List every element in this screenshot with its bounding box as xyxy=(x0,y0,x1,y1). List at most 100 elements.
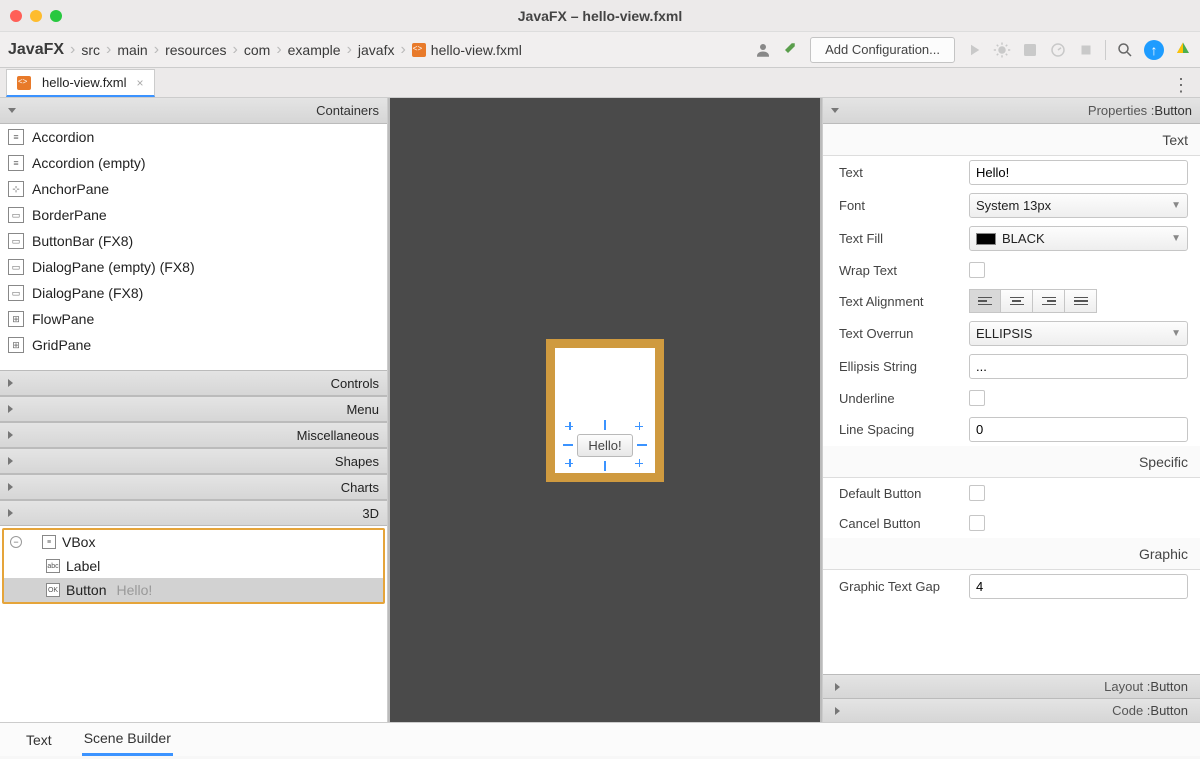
library-item[interactable]: ▭ButtonBar (FX8) xyxy=(0,228,387,254)
library-section-3d[interactable]: 3D xyxy=(0,500,387,526)
debug-icon[interactable] xyxy=(993,41,1011,59)
section-code-collapsed[interactable]: Code : Button xyxy=(823,698,1200,722)
close-tab-icon[interactable]: × xyxy=(137,76,144,90)
breadcrumb-item[interactable]: resources xyxy=(165,42,226,58)
coverage-icon[interactable] xyxy=(1021,41,1039,59)
chevron-right-icon: › xyxy=(70,42,75,58)
container-icon: ⊞ xyxy=(8,337,24,353)
cancel-button-checkbox[interactable] xyxy=(969,515,985,531)
expand-icon xyxy=(831,108,839,113)
align-justify-button[interactable] xyxy=(1065,289,1097,313)
text-input[interactable] xyxy=(969,160,1188,185)
design-canvas[interactable]: Hello! xyxy=(388,98,822,722)
label-icon: abc xyxy=(46,559,60,573)
library-item[interactable]: ⊞GridPane xyxy=(0,332,387,358)
graphic-text-gap-input[interactable] xyxy=(969,574,1188,599)
stop-icon[interactable] xyxy=(1077,41,1095,59)
resize-handle-icon[interactable] xyxy=(637,440,647,450)
hierarchy-node-button[interactable]: OK Button Hello! xyxy=(4,578,383,602)
container-icon: ▭ xyxy=(8,233,24,249)
library-item[interactable]: ▭DialogPane (empty) (FX8) xyxy=(0,254,387,280)
hierarchy-node-label[interactable]: abc Label xyxy=(4,554,383,578)
prop-font: Font System 13px▼ xyxy=(823,189,1200,222)
run-config-dropdown[interactable]: Add Configuration... xyxy=(810,37,955,63)
expand-icon xyxy=(8,108,16,113)
section-text: Text xyxy=(823,124,1200,156)
editor-tab-active[interactable]: hello-view.fxml × xyxy=(6,69,155,97)
tab-scene-builder[interactable]: Scene Builder xyxy=(82,723,173,756)
section-layout-collapsed[interactable]: Layout : Button xyxy=(823,674,1200,698)
breadcrumb-item[interactable]: main xyxy=(117,42,147,58)
underline-checkbox[interactable] xyxy=(969,390,985,406)
sync-icon[interactable]: ↑ xyxy=(1144,40,1164,60)
breadcrumb-item[interactable]: src xyxy=(81,42,100,58)
font-dropdown[interactable]: System 13px▼ xyxy=(969,193,1188,218)
resize-handle-icon[interactable] xyxy=(563,440,573,450)
breadcrumb-file[interactable]: hello-view.fxml xyxy=(412,42,522,58)
selected-button-node[interactable]: Hello! xyxy=(577,434,632,457)
prop-text: Text xyxy=(823,156,1200,189)
align-left-button[interactable] xyxy=(969,289,1001,313)
container-icon: ▭ xyxy=(8,285,24,301)
editor-mode-tabs: Text Scene Builder xyxy=(0,722,1200,756)
build-icon[interactable] xyxy=(782,41,800,59)
library-item[interactable]: ▭BorderPane xyxy=(0,202,387,228)
editor-tabs: hello-view.fxml × ⋮ xyxy=(0,68,1200,98)
collapse-icon xyxy=(8,431,13,439)
main-toolbar: JavaFX › src › main › resources › com › … xyxy=(0,32,1200,68)
text-fill-dropdown[interactable]: BLACK▼ xyxy=(969,226,1188,251)
line-spacing-input[interactable] xyxy=(969,417,1188,442)
default-button-checkbox[interactable] xyxy=(969,485,985,501)
library-item[interactable]: ⊹AnchorPane xyxy=(0,176,387,202)
wrap-text-checkbox[interactable] xyxy=(969,262,985,278)
library-section-menu[interactable]: Menu xyxy=(0,396,387,422)
window-title: JavaFX – hello-view.fxml xyxy=(0,8,1200,24)
library-item[interactable]: ⊞FlowPane xyxy=(0,306,387,332)
canvas-button[interactable]: Hello! xyxy=(577,434,632,457)
breadcrumb-root[interactable]: JavaFX xyxy=(8,41,64,59)
chevron-right-icon: › xyxy=(233,42,238,58)
align-right-button[interactable] xyxy=(1033,289,1065,313)
chevron-right-icon: › xyxy=(106,42,111,58)
overrun-dropdown[interactable]: ELLIPSIS▼ xyxy=(969,321,1188,346)
hierarchy-panel: − ≡ VBox abc Label OK Button Hello! xyxy=(0,526,387,722)
resize-handle-icon[interactable] xyxy=(565,422,575,432)
library-item[interactable]: ≡Accordion xyxy=(0,124,387,150)
prop-text-fill: Text Fill BLACK▼ xyxy=(823,222,1200,255)
resize-handle-icon[interactable] xyxy=(600,420,610,430)
resize-handle-icon[interactable] xyxy=(600,461,610,471)
resize-handle-icon[interactable] xyxy=(635,422,645,432)
breadcrumb-item[interactable]: com xyxy=(244,42,270,58)
align-center-button[interactable] xyxy=(1001,289,1033,313)
prop-text-alignment: Text Alignment xyxy=(823,285,1200,317)
inspector-header[interactable]: Properties : Button xyxy=(823,98,1200,124)
library-section-misc[interactable]: Miscellaneous xyxy=(0,422,387,448)
breadcrumb-item[interactable]: javafx xyxy=(358,42,395,58)
ellipsis-input[interactable] xyxy=(969,354,1188,379)
library-item[interactable]: ≡Accordion (empty) xyxy=(0,150,387,176)
collapse-toggle-icon[interactable]: − xyxy=(10,536,22,548)
kebab-menu-icon[interactable]: ⋮ xyxy=(1172,75,1190,96)
library-section-shapes[interactable]: Shapes xyxy=(0,448,387,474)
library-section-controls[interactable]: Controls xyxy=(0,370,387,396)
button-icon: OK xyxy=(46,583,60,597)
chevron-down-icon: ▼ xyxy=(1171,328,1181,339)
resize-handle-icon[interactable] xyxy=(565,459,575,469)
prop-wrap-text: Wrap Text xyxy=(823,255,1200,285)
resize-handle-icon[interactable] xyxy=(635,459,645,469)
user-icon[interactable] xyxy=(754,41,772,59)
library-item[interactable]: ▭DialogPane (FX8) xyxy=(0,280,387,306)
search-icon[interactable] xyxy=(1116,41,1134,59)
container-icon: ▭ xyxy=(8,207,24,223)
breadcrumb-item[interactable]: example xyxy=(288,42,341,58)
hierarchy-node-vbox[interactable]: − ≡ VBox xyxy=(4,530,383,554)
container-icon: ▭ xyxy=(8,259,24,275)
tab-text[interactable]: Text xyxy=(24,725,54,755)
library-section-containers[interactable]: Containers xyxy=(0,98,387,124)
ide-services-icon[interactable] xyxy=(1174,41,1192,59)
profiler-icon[interactable] xyxy=(1049,41,1067,59)
fxml-file-icon xyxy=(412,43,426,57)
canvas-vbox[interactable]: Hello! xyxy=(555,348,655,473)
library-section-charts[interactable]: Charts xyxy=(0,474,387,500)
run-icon[interactable] xyxy=(965,41,983,59)
